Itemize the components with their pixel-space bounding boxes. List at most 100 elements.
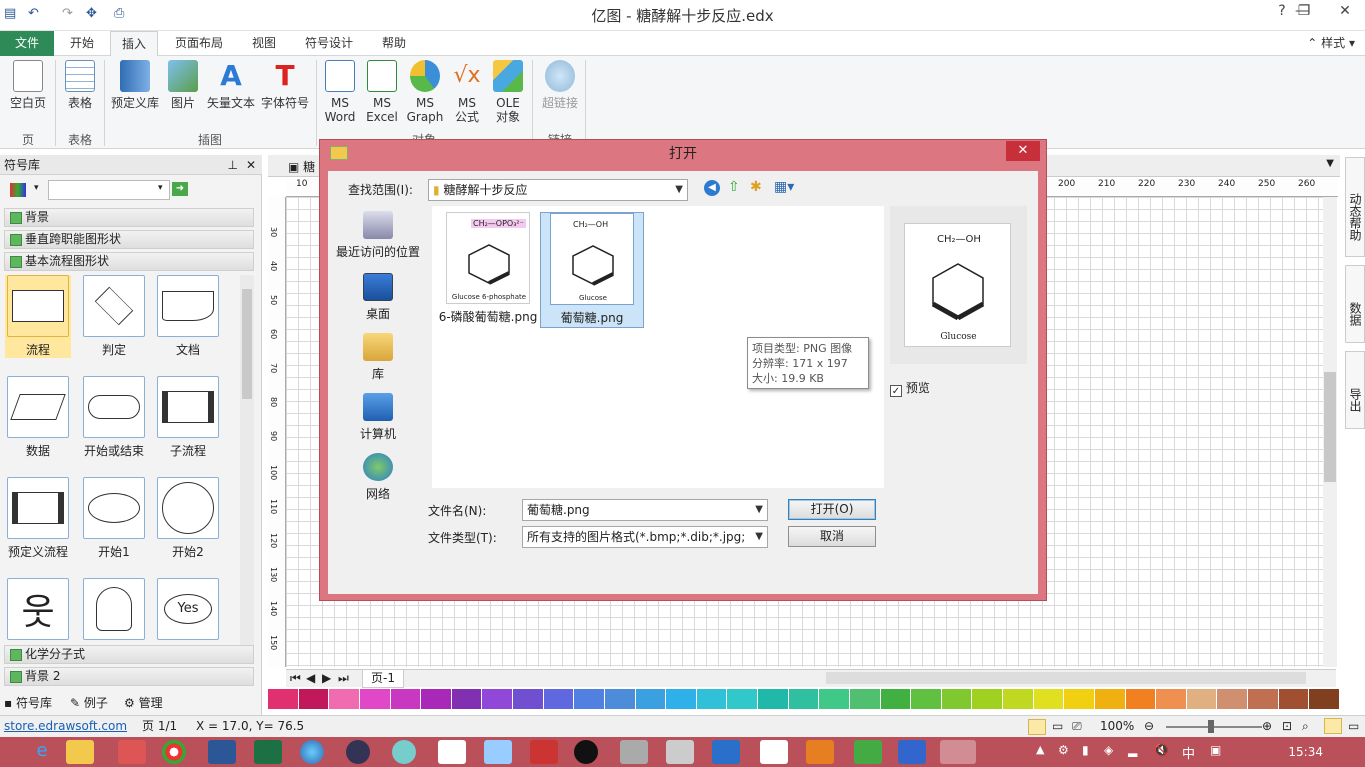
tray-icon[interactable]: ◈ [1104, 743, 1113, 757]
font-symbol-button[interactable]: T 字体符号 [258, 60, 312, 111]
canvas-vertical-scrollbar[interactable] [1323, 197, 1337, 667]
page-tab[interactable]: 页-1 [362, 670, 404, 688]
new-folder-icon[interactable]: ✱ [750, 179, 762, 195]
nav-libraries[interactable]: 库 [332, 333, 424, 382]
side-tab-data[interactable]: 数据 [1345, 265, 1365, 343]
blank-page-button[interactable]: 空白页 [6, 60, 50, 110]
page-view-icon[interactable]: ▭ [1052, 716, 1063, 737]
file-list[interactable]: CH₂—OPO₃²⁻ Glucose 6-phosphate 6-磷酸葡萄糖.p… [432, 206, 884, 488]
shape-document[interactable]: 文档 [155, 275, 221, 358]
vector-text-button[interactable]: A 矢量文本 [204, 60, 258, 111]
color-swatch[interactable] [1125, 689, 1157, 709]
chevron-down-icon[interactable]: ▼ [1326, 158, 1334, 169]
app-icon[interactable] [806, 740, 834, 764]
shape-process[interactable]: 流程 [5, 275, 71, 358]
app-icon[interactable] [666, 740, 694, 764]
app-icon[interactable] [898, 740, 926, 764]
color-swatch[interactable] [972, 689, 1003, 709]
view-mode-icon[interactable] [1028, 719, 1046, 735]
color-swatch[interactable] [482, 689, 513, 709]
color-swatch[interactable] [635, 689, 667, 709]
color-swatch[interactable] [1248, 689, 1279, 709]
shape-start-1[interactable]: 开始1 [81, 477, 147, 560]
color-swatch[interactable] [1033, 689, 1065, 709]
back-icon[interactable]: ◀ [704, 180, 720, 196]
app-icon[interactable] [484, 740, 512, 764]
cancel-button[interactable]: 取消 [788, 526, 876, 547]
fit-page-icon[interactable]: ⊡ [1282, 716, 1292, 737]
canvas-horizontal-scrollbar[interactable] [826, 672, 1306, 684]
side-tab-export[interactable]: 导出 [1345, 351, 1365, 429]
ms-word-button[interactable]: MS Word [320, 60, 360, 124]
color-swatch[interactable] [880, 689, 912, 709]
app-icon[interactable] [438, 740, 466, 764]
color-swatch[interactable] [1309, 689, 1340, 709]
category-chemistry[interactable]: 化学分子式 [4, 645, 254, 664]
zoom-out-icon[interactable]: ⊖ [1144, 716, 1154, 737]
color-swatch[interactable] [451, 689, 483, 709]
color-swatch[interactable] [911, 689, 942, 709]
scrollbar-thumb[interactable] [242, 289, 252, 399]
view-menu-icon[interactable]: ▦▾ [774, 179, 794, 195]
zoom-level[interactable]: 100% [1100, 716, 1134, 737]
tab-examples[interactable]: ✎ 例子 [70, 692, 108, 714]
explorer-icon[interactable] [66, 740, 94, 764]
edraw-taskbar-button[interactable] [940, 740, 976, 764]
file-item[interactable]: CH₂—OPO₃²⁻ Glucose 6-phosphate 6-磷酸葡萄糖.p… [436, 212, 540, 328]
shape-yes[interactable]: Yes [155, 578, 221, 640]
color-swatch[interactable] [574, 689, 605, 709]
app-icon[interactable] [118, 740, 146, 764]
chrome-icon[interactable] [162, 740, 186, 764]
filetype-select[interactable]: 所有支持的图片格式(*.bmp;*.dib;*.jpg; ▼ [522, 526, 768, 548]
color-swatch[interactable] [727, 689, 758, 709]
color-swatch[interactable] [298, 689, 330, 709]
category-basic-flowchart[interactable]: 基本流程图形状 [4, 252, 254, 271]
zoom-in-icon[interactable]: ⊕ [1262, 716, 1272, 737]
app-icon[interactable] [392, 740, 416, 764]
tab-manage[interactable]: ⚙ 管理 [124, 692, 163, 714]
symbol-scrollbar[interactable] [240, 275, 254, 645]
shape-predefined-process[interactable]: 预定义流程 [5, 477, 71, 560]
qq-icon[interactable] [574, 740, 598, 764]
restore-button[interactable]: ❐ [1283, 0, 1325, 24]
shape-decision[interactable]: 判定 [81, 275, 147, 358]
color-swatch[interactable] [1003, 689, 1034, 709]
app-icon[interactable] [854, 740, 882, 764]
ms-excel-button[interactable]: MS Excel [362, 60, 402, 124]
close-panel-icon[interactable]: ✕ [246, 155, 256, 175]
color-swatch[interactable] [819, 689, 850, 709]
chevron-down-icon[interactable]: ▼ [755, 527, 763, 547]
style-menu[interactable]: ⌃ 样式 ▾ [1307, 31, 1355, 55]
category-background[interactable]: 背景 [4, 208, 254, 227]
library-menu-icon[interactable] [10, 183, 26, 197]
app-icon[interactable] [620, 740, 648, 764]
open-button[interactable]: 打开(O) [788, 499, 876, 520]
scrollbar-thumb[interactable] [1324, 372, 1336, 482]
symbol-search-input[interactable] [48, 180, 170, 200]
side-tab-dynamic-help[interactable]: 动态帮助 [1345, 157, 1365, 257]
tab-view[interactable]: 视图 [240, 31, 288, 56]
shape-start-2[interactable]: 开始2 [155, 477, 221, 560]
color-swatch[interactable] [329, 689, 360, 709]
ms-formula-button[interactable]: √x MS 公式 [448, 60, 486, 124]
last-page-icon[interactable]: ⏭ [338, 670, 349, 687]
color-swatch[interactable] [390, 689, 422, 709]
tab-help[interactable]: 帮助 [370, 31, 418, 56]
shape-data[interactable]: 数据 [5, 376, 71, 459]
tab-home[interactable]: 开始 [60, 31, 104, 56]
picture-button[interactable]: 图片 [166, 60, 200, 110]
excel-icon[interactable] [254, 740, 282, 764]
dialog-close-button[interactable]: ✕ [1006, 141, 1040, 161]
hyperlink-button[interactable]: 超链接 [538, 60, 582, 110]
table-button[interactable]: 表格 [60, 60, 100, 110]
color-swatch[interactable] [666, 689, 697, 709]
color-swatch[interactable] [696, 689, 728, 709]
fullscreen-icon[interactable]: ▭ [1348, 716, 1359, 737]
shape-person[interactable]: 웃 [5, 578, 71, 640]
clock[interactable]: 15:34 [1288, 737, 1323, 767]
predefined-library-button[interactable]: 预定义库 [108, 60, 162, 110]
file-item-selected[interactable]: CH₂—OH Glucose 葡萄糖.png [540, 212, 644, 328]
nav-desktop[interactable]: 桌面 [332, 273, 424, 322]
chevron-down-icon[interactable]: ▼ [755, 500, 763, 520]
tab-symbol-library[interactable]: ▪ 符号库 [4, 692, 52, 714]
